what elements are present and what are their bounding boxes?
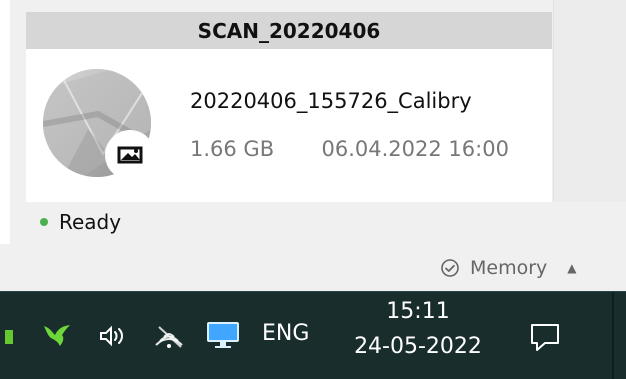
file-name: 20220406_155726_Calibry: [190, 89, 472, 113]
taskbar: ENG 15:11 24-05-2022: [0, 291, 626, 379]
caret-up-icon[interactable]: ▲: [567, 261, 576, 275]
file-datetime: 06.04.2022 16:00: [321, 137, 509, 161]
file-meta: 1.66 GB 06.04.2022 16:00: [190, 137, 509, 161]
clock[interactable]: 15:11 24-05-2022: [344, 299, 492, 359]
status-text: Ready: [59, 210, 122, 234]
language-label: ENG: [262, 321, 310, 346]
memory-indicator[interactable]: Memory ▲: [440, 257, 577, 279]
bird-icon[interactable]: [40, 319, 74, 353]
card-header: SCAN_20220406: [26, 12, 552, 49]
file-size: 1.66 GB: [190, 137, 275, 161]
image-badge: [105, 130, 155, 180]
taskbar-separator: [612, 291, 614, 379]
clock-time: 15:11: [386, 299, 450, 324]
app-icon[interactable]: [0, 325, 18, 349]
status-bar: Ready: [40, 210, 121, 234]
scan-card[interactable]: SCAN_20220406 20220406_155726_Calibry 1.…: [26, 12, 552, 202]
card-title: SCAN_20220406: [197, 18, 381, 43]
right-panel: [553, 0, 626, 202]
clock-date: 24-05-2022: [354, 334, 482, 359]
wifi-icon[interactable]: [150, 321, 188, 351]
status-dot: [40, 218, 48, 226]
left-edge: [0, 0, 10, 244]
language-indicator[interactable]: ENG: [262, 321, 309, 346]
image-icon: [117, 146, 143, 164]
check-circle-icon: [441, 259, 459, 277]
memory-label: Memory: [470, 257, 548, 279]
speaker-icon[interactable]: [95, 321, 129, 351]
notification-icon[interactable]: [525, 320, 565, 354]
monitor-icon[interactable]: [205, 319, 241, 351]
